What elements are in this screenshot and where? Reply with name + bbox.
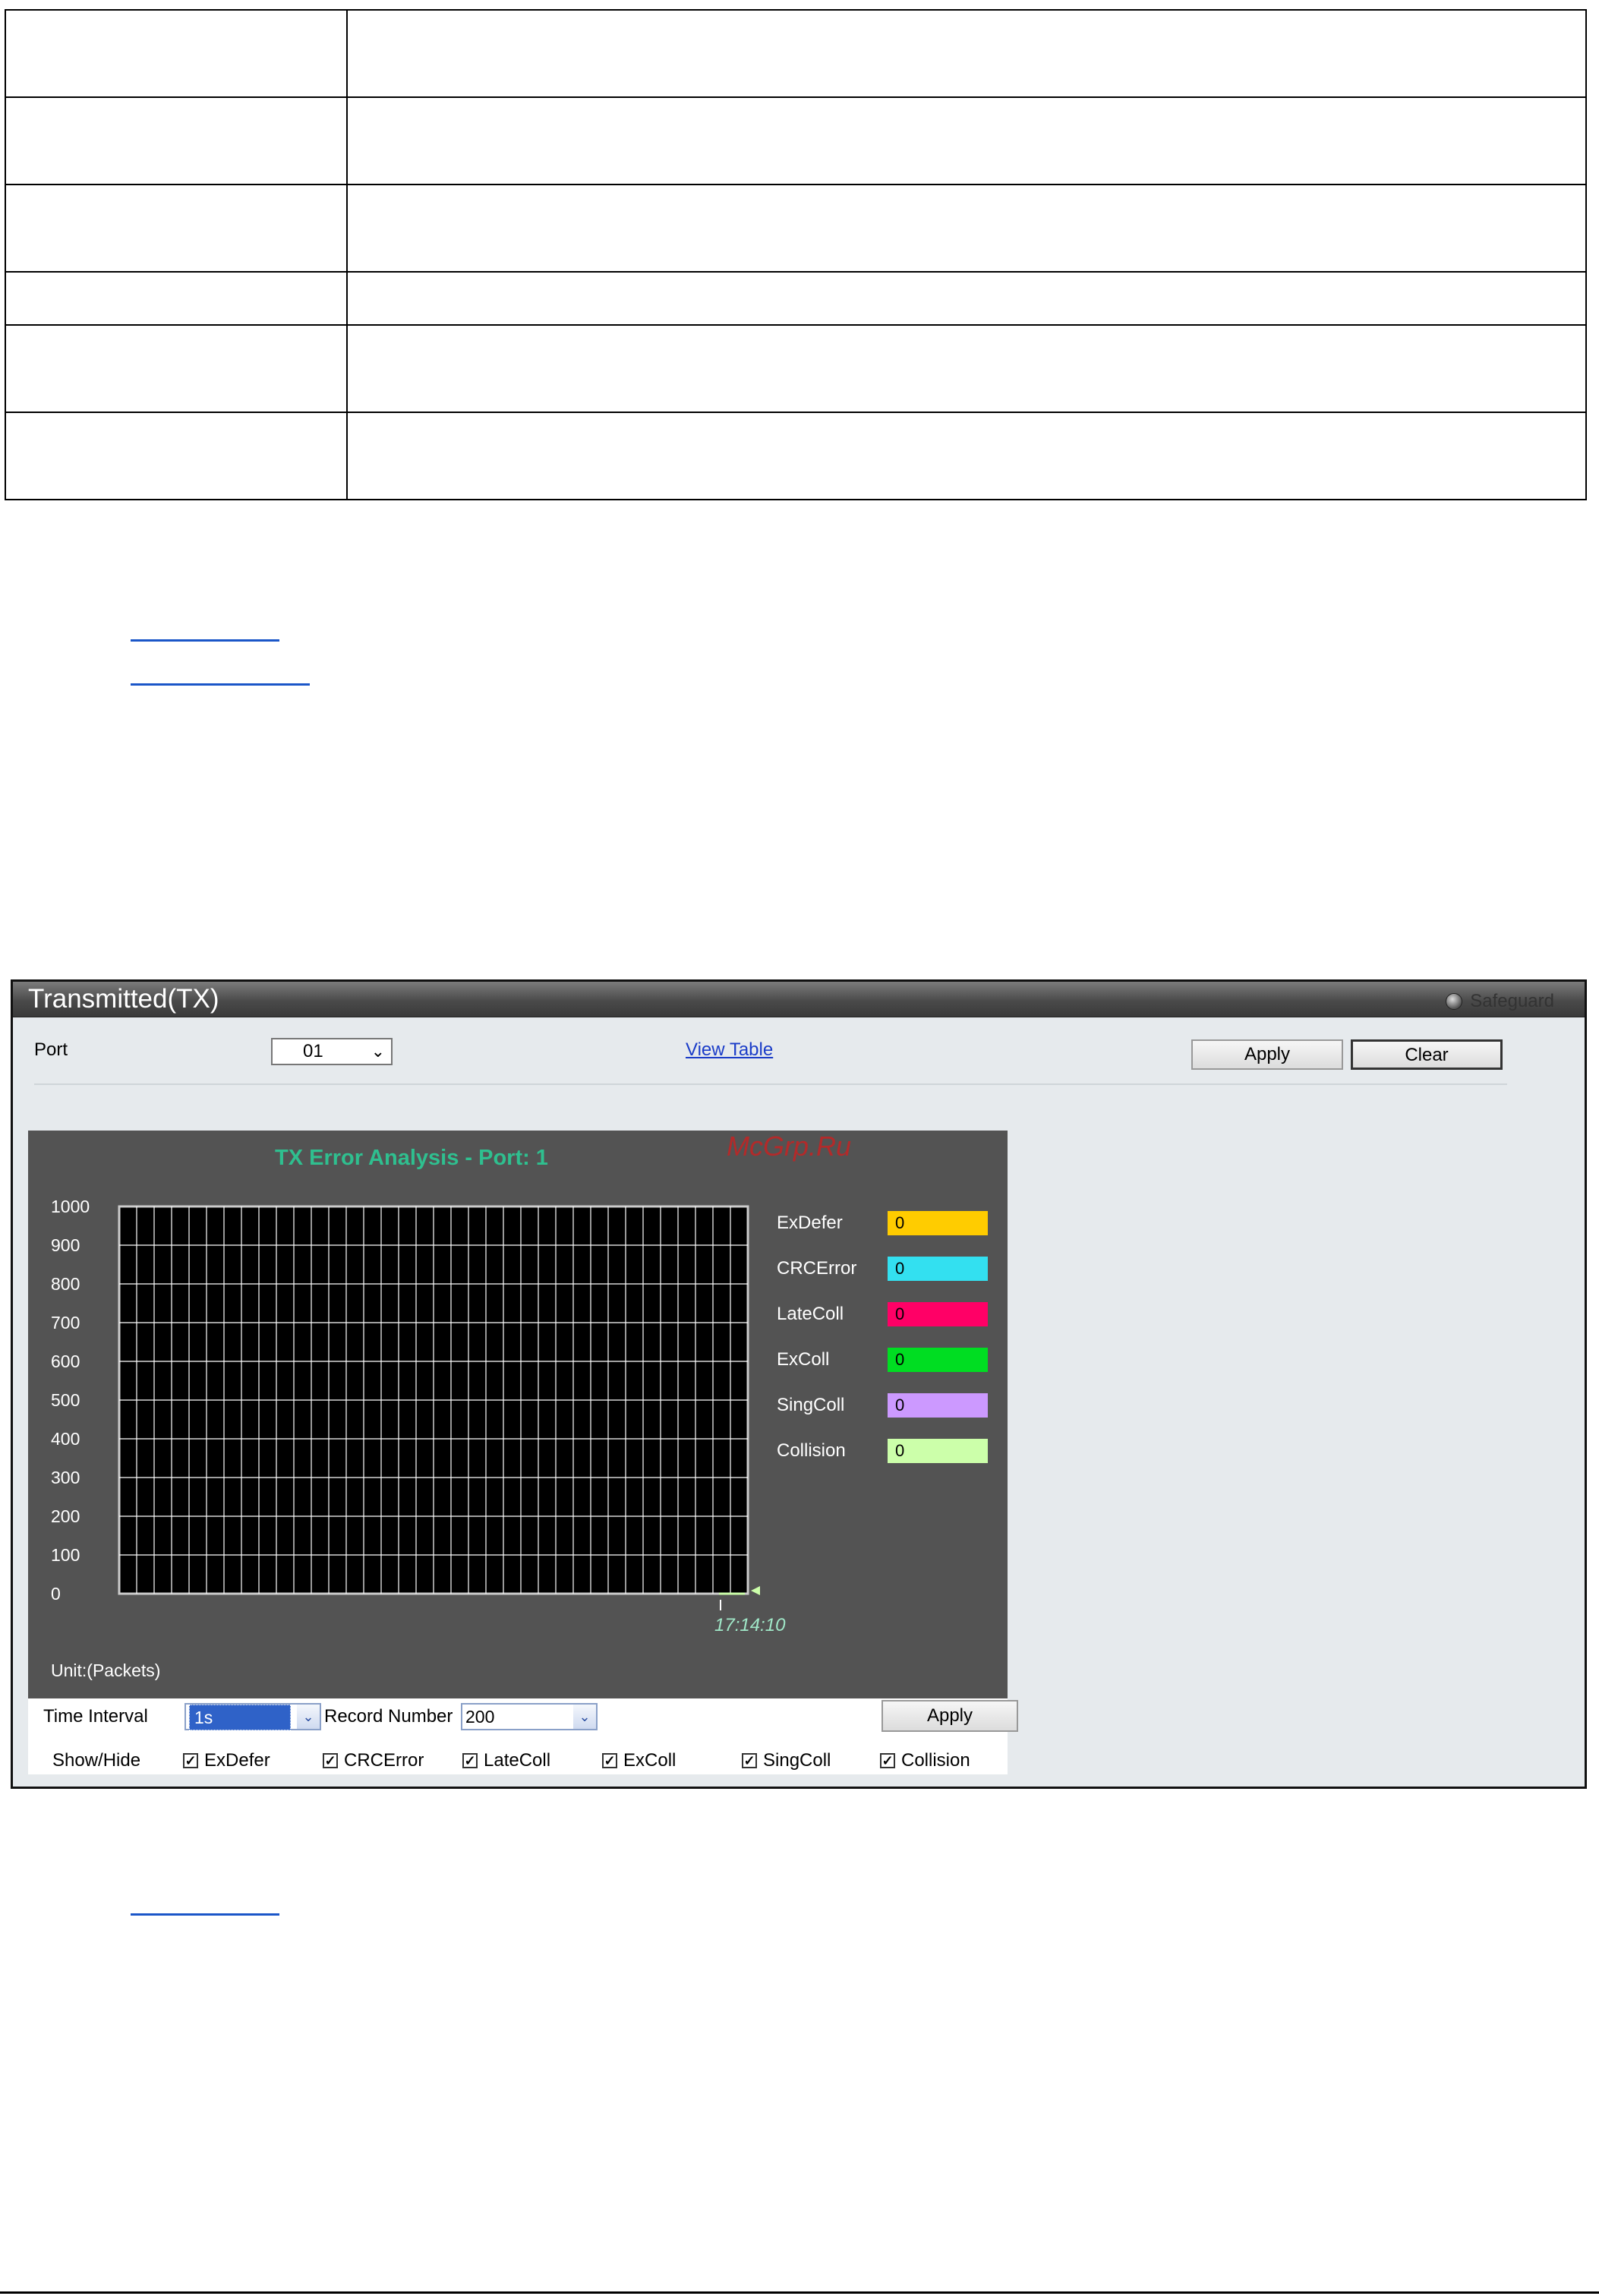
exdefer-checkbox[interactable]: ✓ ExDefer — [183, 1750, 270, 1771]
clear-button[interactable]: Clear — [1351, 1039, 1503, 1070]
table-cell — [5, 96, 348, 185]
table-cell — [346, 412, 1587, 500]
show-hide-label: Show/Hide — [52, 1750, 141, 1771]
table-cell — [5, 184, 348, 273]
checkbox-label: Collision — [901, 1750, 970, 1771]
y-tick-label: 1000 — [51, 1197, 90, 1216]
chart-svg: 10009008007006005004003002001000 — [51, 1197, 760, 1610]
y-tick-label: 700 — [51, 1313, 80, 1332]
record-number-value: 200 — [465, 1707, 495, 1727]
legend-label: CRCError — [777, 1258, 857, 1279]
divider — [34, 1083, 1507, 1085]
link-underline[interactable] — [131, 639, 279, 642]
checkbox-label: SingColl — [763, 1750, 831, 1771]
time-interval-label: Time Interval — [43, 1706, 148, 1727]
legend-value: 0 — [888, 1211, 988, 1235]
safeguard-label: Safeguard — [1470, 991, 1554, 1011]
checkbox-checked-icon: ✓ — [880, 1753, 895, 1768]
crcerror-checkbox[interactable]: ✓ CRCError — [323, 1750, 424, 1771]
legend-value: 0 — [888, 1393, 988, 1418]
port-label: Port — [34, 1039, 68, 1060]
chevron-down-icon: ⌄ — [573, 1705, 596, 1729]
link-underline[interactable] — [131, 1913, 279, 1916]
chevron-down-icon: ⌄ — [297, 1705, 320, 1729]
legend-value: 0 — [888, 1302, 988, 1326]
y-tick-label: 100 — [51, 1545, 80, 1565]
y-tick-label: 300 — [51, 1468, 80, 1487]
table-cell — [346, 324, 1587, 413]
checkbox-label: LateColl — [484, 1750, 551, 1771]
legend-label: ExColl — [777, 1349, 830, 1370]
x-tick-label: 17:14:10 — [714, 1615, 786, 1635]
time-cursor-icon — [751, 1586, 760, 1595]
table-cell — [346, 184, 1587, 273]
table-cell — [346, 271, 1587, 326]
latecoll-checkbox[interactable]: ✓ LateColl — [462, 1750, 550, 1771]
y-tick-label: 800 — [51, 1274, 80, 1294]
panel-titlebar: Transmitted(TX) Safeguard — [13, 982, 1585, 1017]
port-select[interactable]: 01 ⌄ — [271, 1038, 393, 1065]
checkbox-label: CRCError — [344, 1750, 424, 1771]
checkbox-checked-icon: ✓ — [602, 1753, 617, 1768]
apply-button[interactable]: Apply — [1191, 1039, 1343, 1070]
y-tick-label: 600 — [51, 1351, 80, 1371]
legend-label: LateColl — [777, 1304, 844, 1324]
excoll-checkbox[interactable]: ✓ ExColl — [602, 1750, 676, 1771]
apply-chart-button[interactable]: Apply — [882, 1700, 1018, 1732]
safeguard-icon — [1446, 993, 1463, 1010]
port-select-value: 01 — [303, 1041, 323, 1061]
unit-label: Unit:(Packets) — [51, 1660, 161, 1680]
time-interval-value: 1s — [189, 1705, 291, 1730]
view-table-link[interactable]: View Table — [686, 1039, 773, 1061]
y-tick-label: 500 — [51, 1390, 80, 1410]
y-tick-label: 0 — [51, 1584, 61, 1604]
table-cell — [5, 271, 348, 326]
singcoll-checkbox[interactable]: ✓ SingColl — [742, 1750, 831, 1771]
checkbox-label: ExDefer — [204, 1750, 270, 1771]
checkbox-label: ExColl — [623, 1750, 676, 1771]
table-cell — [346, 96, 1587, 185]
panel-title: Transmitted(TX) — [28, 984, 219, 1014]
checkbox-checked-icon: ✓ — [462, 1753, 478, 1768]
chevron-down-icon: ⌄ — [371, 1042, 385, 1061]
table-cell — [5, 9, 348, 98]
record-number-select[interactable]: 200 ⌄ — [461, 1703, 598, 1730]
chart-title: TX Error Analysis - Port: 1 — [275, 1146, 548, 1170]
page-footer-rule — [0, 2291, 1599, 2294]
description-table — [5, 9, 1587, 500]
legend-label: ExDefer — [777, 1213, 843, 1233]
table-cell — [5, 412, 348, 500]
y-tick-label: 400 — [51, 1429, 80, 1449]
legend-label: SingColl — [777, 1395, 845, 1415]
safeguard-indicator: Safeguard — [1446, 991, 1554, 1012]
table-cell — [5, 324, 348, 413]
checkbox-checked-icon: ✓ — [742, 1753, 757, 1768]
legend-value: 0 — [888, 1348, 988, 1372]
table-cell — [346, 9, 1587, 98]
legend-label: Collision — [777, 1440, 846, 1461]
legend-value: 0 — [888, 1439, 988, 1463]
y-tick-label: 200 — [51, 1506, 80, 1526]
link-underline[interactable] — [131, 683, 310, 686]
legend-value: 0 — [888, 1257, 988, 1281]
chart-area: 1000 900 800 700 600 500 400 300 200 100 0 TX Erro… — [28, 1131, 1008, 1698]
transmitted-panel: Transmitted(TX) Safeguard Port 01 ⌄ View… — [11, 979, 1587, 1789]
watermark: McGrp.Ru — [727, 1131, 852, 1162]
checkbox-checked-icon: ✓ — [183, 1753, 198, 1768]
y-tick-label: 900 — [51, 1235, 80, 1255]
time-interval-select[interactable]: 1s ⌄ — [184, 1703, 321, 1730]
collision-checkbox[interactable]: ✓ Collision — [880, 1750, 970, 1771]
checkbox-checked-icon: ✓ — [323, 1753, 338, 1768]
record-number-label: Record Number — [324, 1706, 453, 1727]
chart-controls: Time Interval 1s ⌄ Record Number 200 ⌄ A… — [28, 1698, 1018, 1774]
